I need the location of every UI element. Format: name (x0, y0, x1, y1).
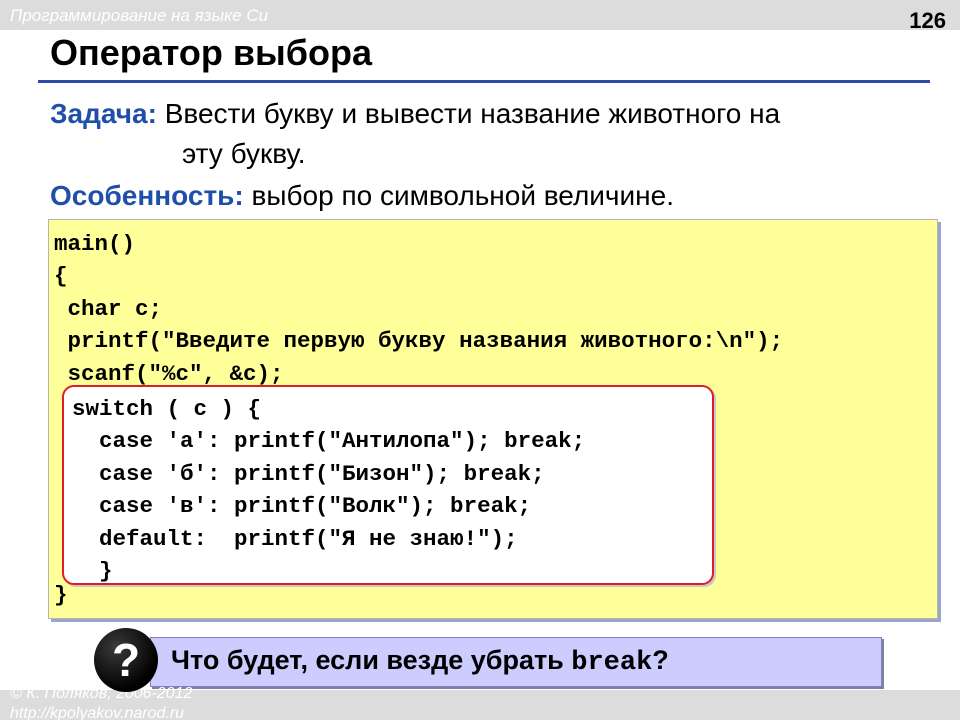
code-main-head: main() { char c; printf("Введите первую … (54, 231, 784, 387)
code-switch-statement: switch ( c ) { case 'а': printf("Антилоп… (72, 396, 586, 585)
task-text-line2: эту букву. (182, 138, 306, 169)
task-text-line1: Ввести букву и вывести название животног… (156, 98, 781, 129)
task-label: Задача: (50, 98, 157, 129)
question-box: Что будет, если везде убрать break? (150, 637, 882, 687)
switch-highlight-box: switch ( c ) { case 'а': printf("Антилоп… (62, 385, 714, 585)
question-text-after: ? (652, 645, 669, 675)
feature-text: выбор по символьной величине. (243, 180, 674, 211)
page-number: 126 (909, 8, 946, 33)
course-title: Программирование на языке Си (10, 6, 269, 25)
question-text: Что будет, если везде убрать break? (171, 645, 669, 678)
question-icon-symbol: ? (111, 634, 141, 686)
question-text-before: Что будет, если везде убрать (171, 645, 572, 675)
slide-title: Оператор выбора (50, 32, 373, 73)
feature-paragraph: Особенность: выбор по символьной величин… (50, 176, 674, 216)
footer-credits: © К. Поляков, 2006-2012 http://kpolyakov… (10, 684, 192, 724)
question-keyword: break (571, 648, 653, 678)
title-divider (38, 80, 930, 83)
question-circle-icon: ? (94, 628, 158, 692)
copyright-text: © К. Поляков, 2006-2012 (10, 685, 193, 702)
code-closing-brace: } (54, 582, 68, 608)
task-paragraph: Задача: Ввести букву и вывести название … (50, 94, 930, 174)
footer-url: http://kpolyakov.narod.ru (10, 705, 185, 722)
feature-label: Особенность: (50, 180, 244, 211)
